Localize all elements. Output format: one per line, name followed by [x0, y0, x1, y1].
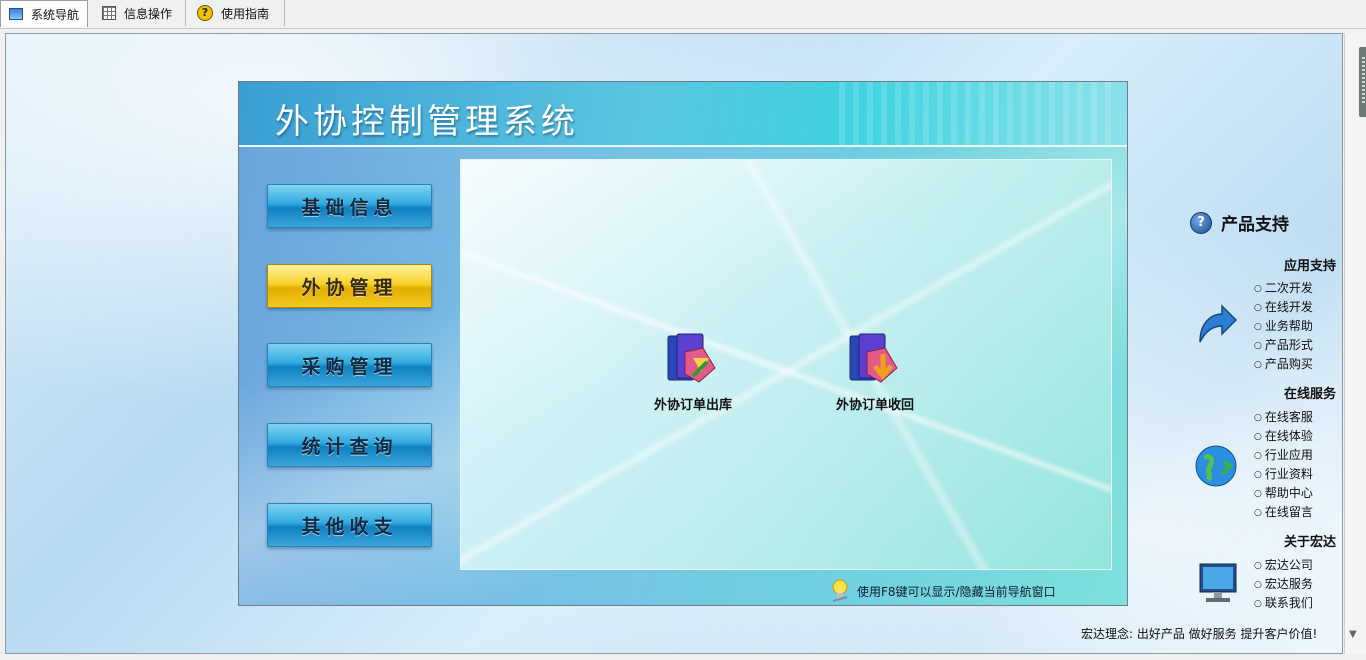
page-title: 外协控制管理系统 — [275, 102, 579, 142]
arrow-icon — [1194, 302, 1238, 348]
monitor-icon — [9, 8, 23, 20]
link-online-trial[interactable]: 在线体验 — [1254, 427, 1313, 444]
scrollbar[interactable]: ▼ — [1344, 33, 1366, 654]
nav-button-statistics[interactable]: 统计查询 — [267, 423, 432, 467]
function-area: 外协订单出库 外协订单收回 — [460, 159, 1112, 570]
panel-header: 外协控制管理系统 — [239, 82, 1127, 147]
system-panel: 外协控制管理系统 基础信息 外协管理 采购管理 统计查询 其他收支 外协订单出库 — [238, 81, 1128, 606]
tab-bar: 系统导航 信息操作 ? 使用指南 — [0, 0, 1366, 29]
help-icon: ? — [197, 5, 213, 21]
tab-label: 信息操作 — [124, 6, 173, 21]
link-help-center[interactable]: 帮助中心 — [1254, 484, 1313, 501]
grid-icon — [102, 6, 116, 20]
nav-button-outsourcing[interactable]: 外协管理 — [267, 264, 432, 308]
nav-button-other[interactable]: 其他收支 — [267, 503, 432, 547]
function-outbound[interactable]: 外协订单出库 — [638, 328, 748, 413]
link-industry-docs[interactable]: 行业资料 — [1254, 465, 1313, 482]
function-return[interactable]: 外协订单收回 — [820, 328, 930, 413]
scroll-thumb[interactable] — [1359, 47, 1366, 117]
link-product-form[interactable]: 产品形式 — [1254, 336, 1313, 353]
lightbulb-icon — [831, 579, 849, 603]
folder-out-icon — [663, 328, 723, 388]
link-product-purchase[interactable]: 产品购买 — [1254, 355, 1313, 372]
function-label: 外协订单收回 — [835, 398, 914, 413]
f8-tip: 使用F8键可以显示/隐藏当前导航窗口 — [831, 579, 1056, 603]
tab-info-ops[interactable]: 信息操作 — [94, 0, 186, 26]
link-industry-app[interactable]: 行业应用 — [1254, 446, 1313, 463]
monitor-screen-icon — [1196, 560, 1240, 608]
support-title: 产品支持 — [1221, 215, 1289, 235]
section-title-about: 关于宏达 — [1284, 535, 1337, 550]
scroll-down-arrow[interactable]: ▼ — [1349, 629, 1357, 640]
link-service[interactable]: 宏达服务 — [1254, 575, 1313, 592]
link-secondary-dev[interactable]: 二次开发 — [1254, 279, 1313, 296]
link-company[interactable]: 宏达公司 — [1254, 556, 1313, 573]
link-online-cs[interactable]: 在线客服 — [1254, 408, 1313, 425]
link-contact[interactable]: 联系我们 — [1254, 594, 1313, 611]
folder-in-icon — [845, 328, 905, 388]
question-icon: ? — [1190, 211, 1212, 234]
tip-text: 使用F8键可以显示/隐藏当前导航窗口 — [857, 584, 1056, 599]
section-title-app-support: 应用支持 — [1284, 259, 1337, 274]
link-online-dev[interactable]: 在线开发 — [1254, 298, 1313, 315]
function-label: 外协订单出库 — [653, 398, 732, 413]
support-heading: ? 产品支持 — [1190, 210, 1289, 235]
tab-label: 使用指南 — [221, 6, 270, 21]
nav-button-basic-info[interactable]: 基础信息 — [267, 184, 432, 228]
link-leave-message[interactable]: 在线留言 — [1254, 503, 1313, 520]
nav-button-purchase[interactable]: 采购管理 — [267, 343, 432, 387]
footer-slogan: 宏达理念: 出好产品 做好服务 提升客户价值! — [1081, 627, 1318, 641]
globe-icon — [1194, 444, 1238, 488]
tab-system-nav[interactable]: 系统导航 — [0, 0, 88, 27]
link-business-help[interactable]: 业务帮助 — [1254, 317, 1313, 334]
tab-label: 系统导航 — [31, 7, 80, 22]
section-title-online-service: 在线服务 — [1284, 387, 1337, 402]
tab-guide[interactable]: ? 使用指南 — [189, 0, 285, 26]
